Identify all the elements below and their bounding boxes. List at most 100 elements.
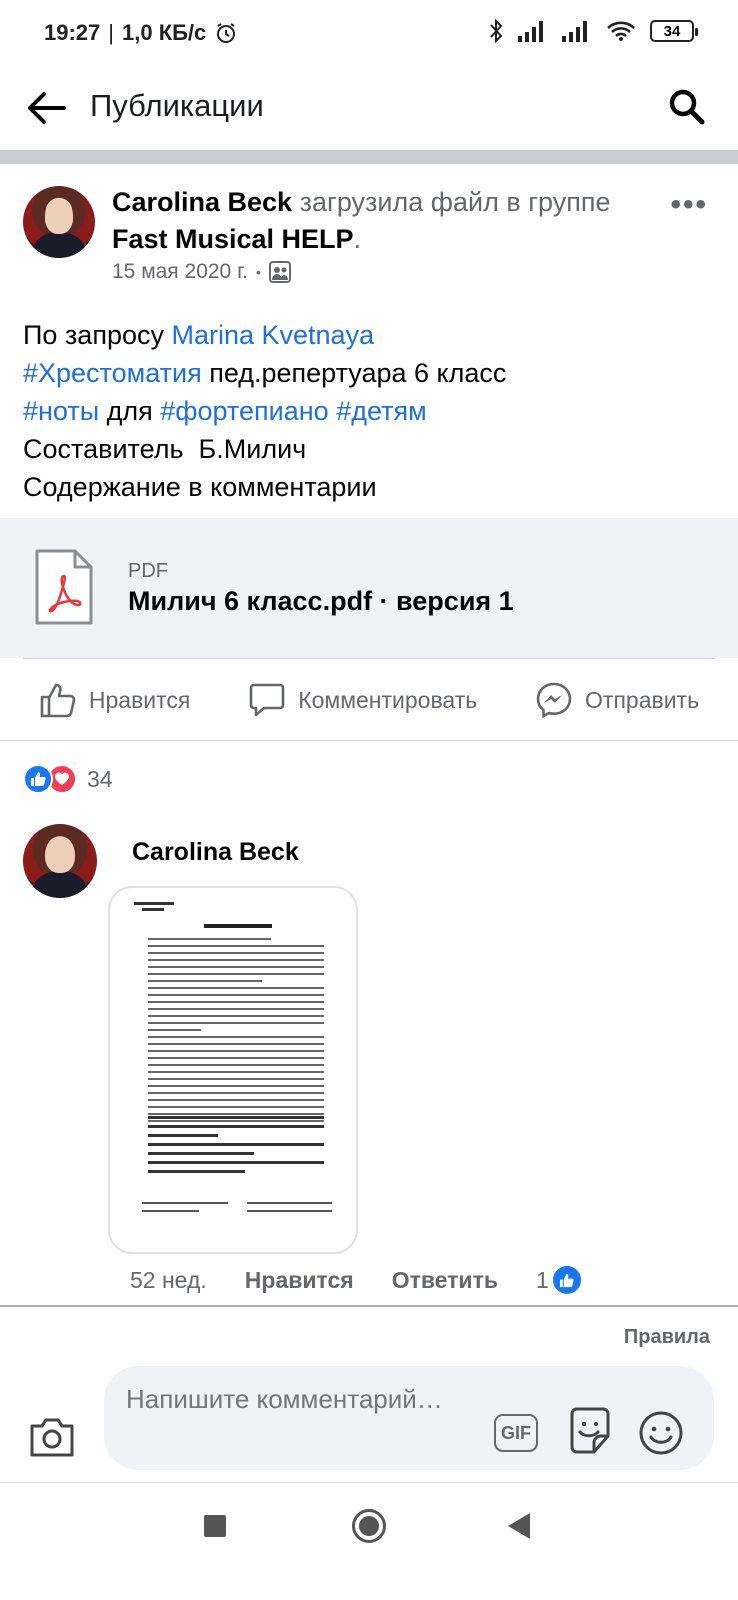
group-icon xyxy=(268,261,291,283)
post-text-mid: для xyxy=(99,396,161,426)
post-actions: Нравится Комментировать Отправить xyxy=(0,660,738,740)
bluetooth-icon xyxy=(490,18,503,44)
battery-icon: 34 xyxy=(650,20,698,42)
post-header: Carolina Beck загрузила файл в группе Fa… xyxy=(0,164,738,304)
divider xyxy=(0,740,738,741)
like-button[interactable]: Нравится xyxy=(39,681,191,719)
battery-level: 34 xyxy=(663,22,681,40)
post-text-line: #ноты для #фортепиано #детям xyxy=(23,392,723,430)
status-bar: 19:27 | 1,0 КБ/с 34 xyxy=(0,0,738,68)
doc-title xyxy=(204,924,272,928)
like-reaction-icon xyxy=(23,764,53,794)
comment-icon xyxy=(249,683,285,717)
page-title: Публикации xyxy=(90,88,264,123)
send-button[interactable]: Отправить xyxy=(535,681,699,719)
doc-footer xyxy=(142,1202,332,1218)
sticker-icon[interactable] xyxy=(566,1406,614,1456)
post-group[interactable]: Fast Musical HELP xyxy=(112,224,354,254)
avatar-face xyxy=(45,837,75,873)
like-icon xyxy=(40,683,76,718)
system-nav-bar xyxy=(0,1482,738,1600)
post-date[interactable]: 15 мая 2020 г. xyxy=(112,260,248,284)
signal-icon xyxy=(518,21,543,42)
meta-dot: • xyxy=(256,264,261,280)
more-icon[interactable]: ••• xyxy=(670,188,708,222)
pdf-icon xyxy=(35,549,93,625)
doc-toc-lines xyxy=(148,938,324,1127)
search-button[interactable] xyxy=(662,82,712,132)
status-speed: 1,0 КБ/с xyxy=(122,20,207,45)
home-button[interactable] xyxy=(352,1509,386,1543)
post-title: Carolina Beck загрузила файл в группе Fa… xyxy=(112,184,642,258)
divider xyxy=(23,658,715,659)
status-left: 19:27 | 1,0 КБ/с xyxy=(44,20,238,46)
section-divider xyxy=(0,150,738,164)
rules-link[interactable]: Правила xyxy=(624,1326,710,1349)
post-text: По запросу Marina Kvetnaya #Хрестоматия … xyxy=(23,316,723,506)
composer-divider xyxy=(0,1305,738,1307)
comment-time[interactable]: 52 нед. xyxy=(130,1267,207,1294)
comment-composer[interactable]: GIF xyxy=(104,1366,714,1470)
doc-paragraph xyxy=(148,1116,324,1179)
post-text-line: Составитель Б.Милич xyxy=(23,434,307,464)
reaction-count: 34 xyxy=(87,765,113,792)
status-separator: | xyxy=(108,20,114,45)
post-author[interactable]: Carolina Beck xyxy=(112,187,292,217)
status-right: 34 xyxy=(488,18,698,44)
search-icon xyxy=(669,89,705,125)
document-thumbnail xyxy=(126,902,344,1242)
camera-icon[interactable] xyxy=(28,1416,76,1458)
comment-like-button[interactable]: Нравится xyxy=(245,1267,354,1294)
comment-label: Комментировать xyxy=(298,686,478,713)
doc-header xyxy=(134,902,194,916)
comment-input[interactable] xyxy=(126,1380,486,1460)
comment-image[interactable] xyxy=(108,886,358,1254)
send-label: Отправить xyxy=(585,686,700,713)
post-text-line: По запросу Marina Kvetnaya xyxy=(23,316,723,354)
arrow-left-icon xyxy=(28,92,66,124)
hashtag-link[interactable]: #детям xyxy=(336,396,426,426)
wifi-icon xyxy=(607,21,635,41)
comment-avatar[interactable] xyxy=(23,824,97,898)
comment-like-count: 1 xyxy=(535,1266,549,1293)
signal-icon xyxy=(562,21,587,42)
post-text-line: #Хрестоматия пед.репертуара 6 класс xyxy=(23,354,723,392)
attachment-type: PDF xyxy=(128,560,168,582)
attachment-name: Милич 6 класс.pdf · версия 1 xyxy=(128,586,514,616)
hashtag-link[interactable]: #Хрестоматия xyxy=(23,358,202,388)
avatar-body xyxy=(33,871,87,898)
mention-link[interactable]: Marina Kvetnaya xyxy=(171,320,374,350)
like-label: Нравится xyxy=(88,686,191,713)
system-back-button[interactable] xyxy=(508,1513,530,1539)
post-text-line: Содержание в комментарии xyxy=(23,472,377,502)
messenger-icon xyxy=(536,682,572,719)
emoji-icon[interactable] xyxy=(638,1410,684,1456)
recents-button[interactable] xyxy=(204,1515,226,1537)
thumb-icon xyxy=(560,1273,574,1287)
file-attachment[interactable]: PDF Милич 6 класс.pdf · версия 1 xyxy=(0,518,738,658)
comment-reply-button[interactable]: Ответить xyxy=(392,1267,498,1294)
post-title-period: . xyxy=(353,224,362,254)
hashtag-link[interactable]: #ноты xyxy=(23,396,99,426)
comment-meta: 52 нед. Нравится Ответить 1 xyxy=(130,1266,581,1294)
app-bar: Публикации xyxy=(0,68,738,150)
avatar-face xyxy=(44,198,74,234)
gif-icon[interactable]: GIF xyxy=(494,1414,538,1452)
gif-label: GIF xyxy=(501,1422,531,1443)
status-time: 19:27 xyxy=(44,20,101,45)
comment-author[interactable]: Carolina Beck xyxy=(132,838,299,867)
post-meta: 15 мая 2020 г. • xyxy=(112,260,291,284)
hashtag-link[interactable]: #фортепиано xyxy=(160,396,328,426)
avatar[interactable] xyxy=(23,186,95,258)
reactions-summary[interactable]: 34 xyxy=(23,764,113,794)
post-text-rest: пед.репертуара 6 класс xyxy=(201,358,507,388)
comment-button[interactable]: Комментировать xyxy=(248,682,477,718)
post-text-prefix: По запросу xyxy=(23,320,172,350)
back-button[interactable] xyxy=(22,84,70,132)
like-reaction-icon xyxy=(552,1266,581,1294)
avatar-body xyxy=(33,232,85,258)
comment-reactions[interactable]: 1 xyxy=(536,1266,581,1294)
post-action-text: загрузила файл в группе xyxy=(299,187,611,217)
alarm-icon xyxy=(217,23,236,43)
thumb-icon xyxy=(31,772,46,786)
